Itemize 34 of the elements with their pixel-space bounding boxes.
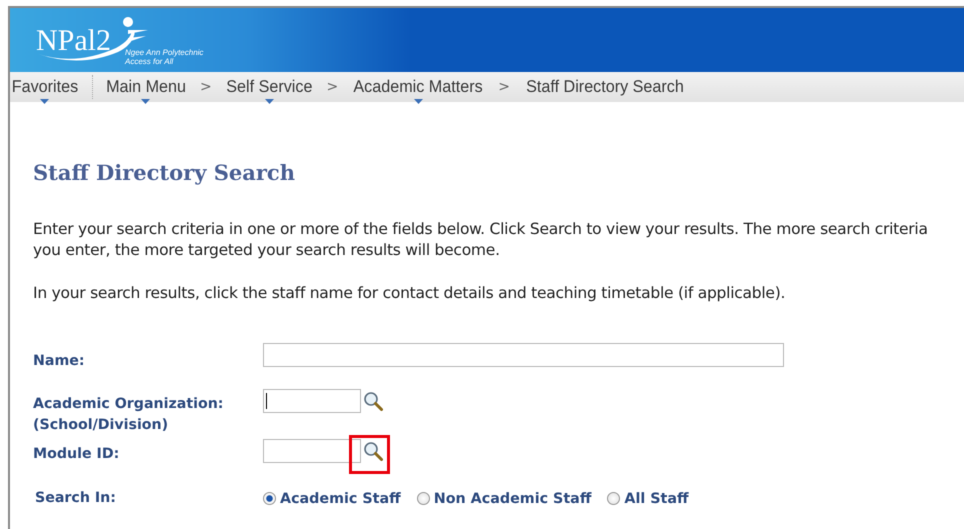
search-icon[interactable] — [363, 391, 383, 411]
instruction-text: In your search results, click the staff name for contact details and teaching timetable (if applicable). — [33, 283, 786, 304]
lookup-field[interactable] — [263, 439, 361, 463]
field-label: Name: — [33, 352, 86, 371]
radio-label: All Staff — [624, 490, 689, 506]
radio-label: Non Academic Staff — [434, 490, 592, 506]
breadcrumb-separator: > — [326, 79, 338, 95]
highlight-frame — [349, 435, 390, 474]
dropdown-arrow-icon[interactable] — [40, 99, 50, 104]
breadcrumb-separator: > — [498, 79, 510, 95]
radio-button[interactable] — [416, 492, 430, 505]
logo-text: NPal2 — [36, 24, 111, 58]
radio-label: Academic Staff — [280, 490, 401, 506]
logo-tagline: Access for All — [125, 57, 174, 66]
breadcrumb-link[interactable]: Self Service — [226, 77, 312, 97]
radio-button[interactable] — [263, 492, 276, 505]
dropdown-arrow-icon[interactable] — [141, 99, 150, 104]
search-icon[interactable] — [363, 441, 383, 461]
field-label: Academic Organization: (School/Division) — [33, 395, 224, 435]
lookup-field[interactable] — [263, 389, 361, 413]
dropdown-arrow-icon[interactable] — [414, 99, 423, 104]
field-label: Search In: — [34, 489, 117, 508]
instruction-text: Enter your search criteria in one or more of the fields below. Click Search to view your results. The more search criteria you enter, the more targeted your search results will become. — [33, 219, 929, 261]
page-title: Staff Directory Search — [33, 160, 296, 185]
text-field[interactable] — [263, 343, 784, 367]
radio-button[interactable] — [607, 492, 620, 505]
logo-tagline: Ngee Ann Polytechnic — [125, 48, 204, 57]
field-label: Module ID: — [33, 445, 120, 464]
breadcrumb-link[interactable]: Favorites — [12, 77, 78, 97]
breadcrumb-link[interactable]: Main Menu — [106, 77, 186, 97]
breadcrumb-link[interactable]: Staff Directory Search — [526, 77, 684, 97]
breadcrumb-separator: > — [200, 79, 212, 95]
dropdown-arrow-icon[interactable] — [264, 99, 274, 104]
breadcrumb-link[interactable]: Academic Matters — [354, 77, 483, 97]
